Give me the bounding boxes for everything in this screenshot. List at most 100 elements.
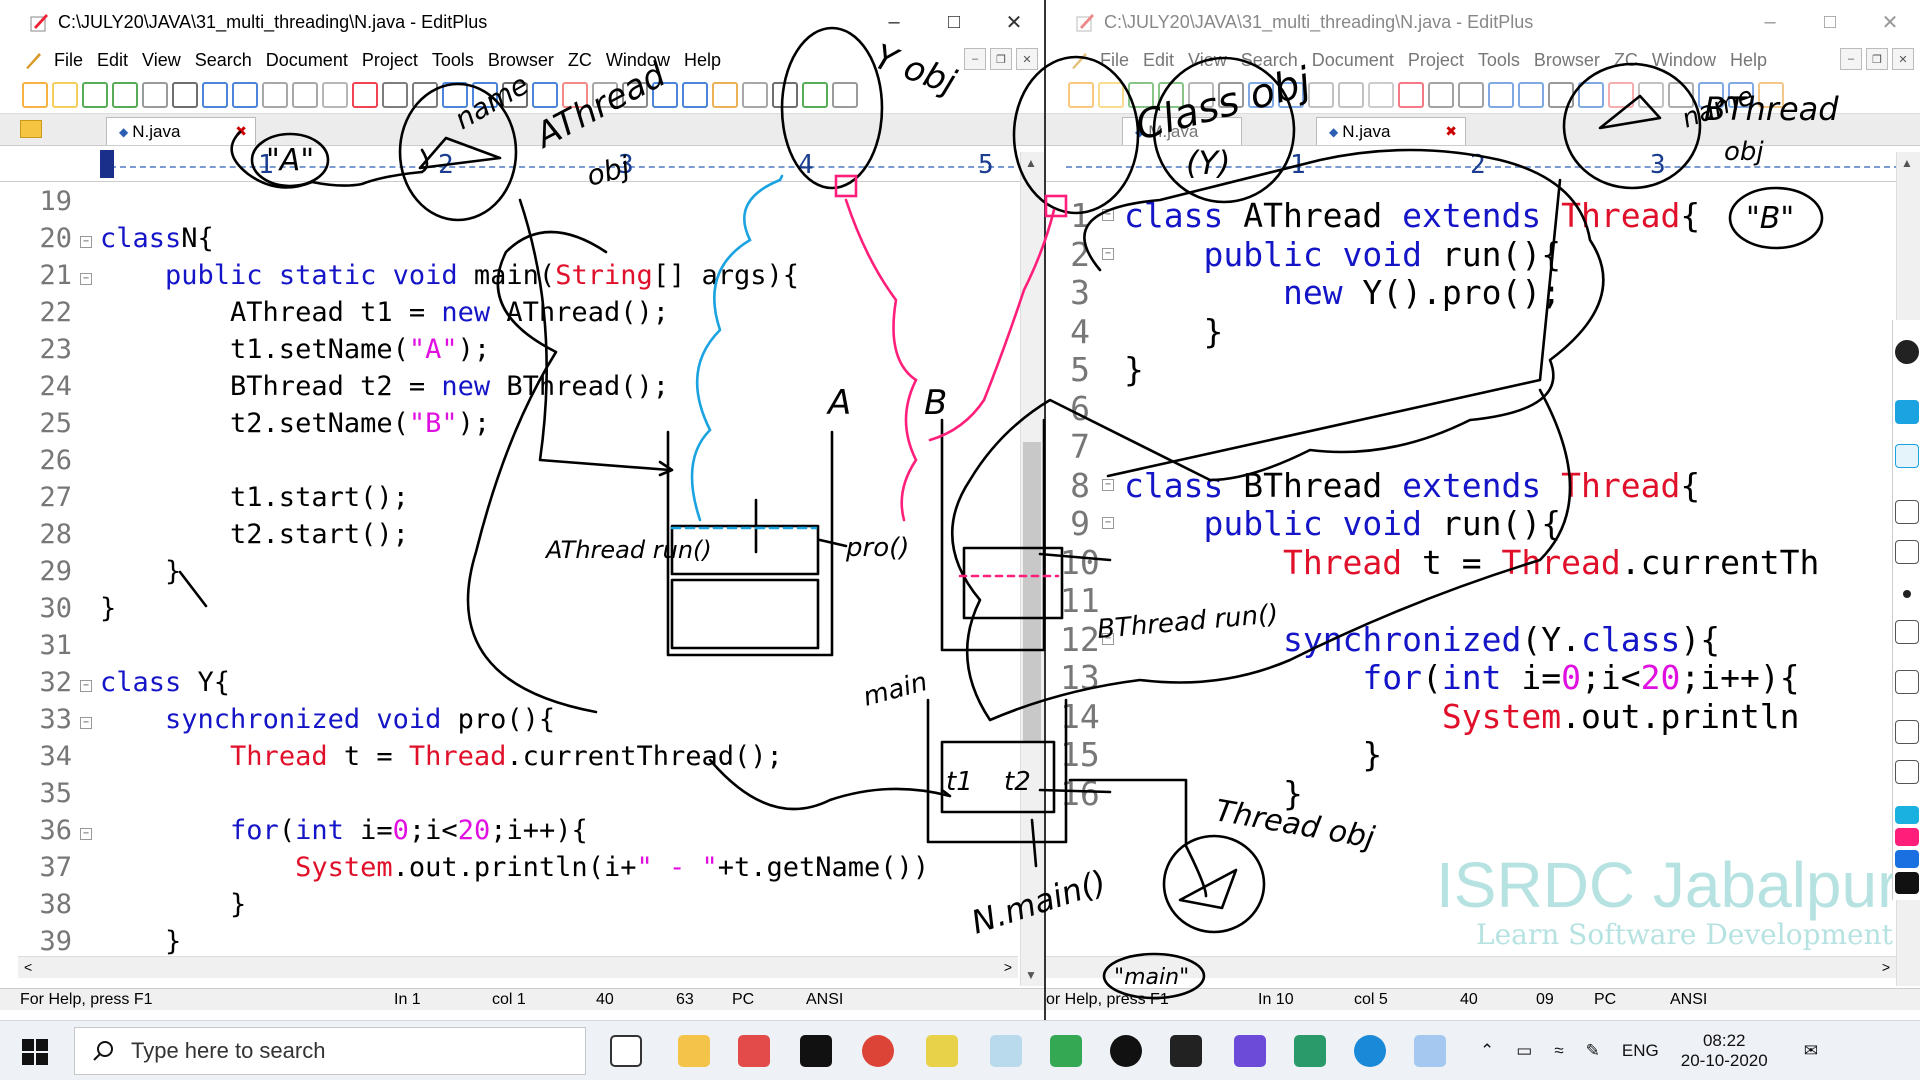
clock[interactable]: 08:22 20-10-2020 [1681, 1031, 1768, 1071]
tab-n-java[interactable]: ◆ N.java ✖ [106, 117, 256, 145]
toolbar-button[interactable] [1188, 81, 1214, 108]
taskbar-search[interactable]: Type here to search [74, 1027, 586, 1075]
toolbar-button[interactable] [742, 81, 768, 108]
scroll-left-icon[interactable]: < [24, 959, 32, 975]
edge-icon[interactable] [1354, 1035, 1386, 1067]
maximize-button[interactable]: □ [1800, 0, 1860, 44]
undo-icon[interactable] [1895, 620, 1919, 644]
fold-toggle-icon[interactable]: − [80, 828, 92, 840]
toolbar-button[interactable] [232, 81, 258, 108]
menu-view[interactable]: View [1188, 50, 1227, 71]
toolbar-button[interactable] [1338, 81, 1364, 108]
pen-app-icon[interactable] [1110, 1035, 1142, 1067]
task-view-icon[interactable] [610, 1035, 642, 1067]
toolbar-button[interactable] [1098, 81, 1124, 108]
toolbar-button[interactable] [352, 81, 378, 108]
toolbar-button[interactable] [832, 81, 858, 108]
toolbar-button[interactable] [472, 81, 498, 108]
fold-toggle-icon[interactable]: − [1102, 632, 1114, 645]
mdi-restore-button[interactable]: ❐ [990, 48, 1012, 70]
fold-toggle-icon[interactable]: − [80, 680, 92, 692]
toolbar-button[interactable] [172, 81, 198, 108]
toolbar-button[interactable] [502, 81, 528, 108]
toolbar-button[interactable] [1728, 81, 1754, 108]
toolbar-button[interactable] [292, 81, 318, 108]
toolbar-button[interactable] [1578, 81, 1604, 108]
mdi-minimize-button[interactable]: – [964, 48, 986, 70]
toolbar-button[interactable] [1458, 81, 1484, 108]
shield-app-icon[interactable] [1294, 1035, 1326, 1067]
code-editor[interactable]: 19 20− classN{21− public static void main(… [22, 186, 1018, 980]
toolbar-button[interactable] [1638, 81, 1664, 108]
highlighter-icon[interactable] [1895, 500, 1919, 524]
menu-help[interactable]: Help [684, 50, 721, 71]
menu-file[interactable]: File [54, 50, 83, 71]
toolbar-button[interactable] [1308, 81, 1334, 108]
toolbar-button[interactable] [1758, 81, 1784, 108]
scroll-up-icon[interactable]: ▲ [1025, 156, 1037, 170]
tab-n-java[interactable]: ◆ N.java ✖ [1316, 117, 1466, 145]
toolbar-button[interactable] [1068, 81, 1094, 108]
tab-close-icon[interactable]: ✖ [235, 123, 247, 140]
toolbar-button[interactable] [1278, 81, 1304, 108]
toolbar-button[interactable] [1698, 81, 1724, 108]
menu-edit[interactable]: Edit [97, 50, 128, 71]
battery-icon[interactable]: ▭ [1516, 1041, 1532, 1061]
toolbar-button[interactable] [1518, 81, 1544, 108]
toolbar-button[interactable] [1158, 81, 1184, 108]
toolbar-button[interactable] [412, 81, 438, 108]
chrome-icon[interactable] [862, 1035, 894, 1067]
toolbar-button[interactable] [1608, 81, 1634, 108]
pen-tray-icon[interactable]: ✎ [1586, 1041, 1600, 1061]
mdi-close-button[interactable]: ✕ [1892, 48, 1914, 70]
menu-search[interactable]: Search [1241, 50, 1298, 71]
toolbar-button[interactable] [682, 81, 708, 108]
camera-icon[interactable] [1895, 720, 1919, 744]
color-black-swatch[interactable] [1895, 872, 1919, 894]
toolbar-button[interactable] [1248, 81, 1274, 108]
maximize-button[interactable]: □ [924, 0, 984, 44]
toolbar-button[interactable] [202, 81, 228, 108]
mdi-minimize-button[interactable]: – [1840, 48, 1862, 70]
toolbar-button[interactable] [82, 81, 108, 108]
scroll-right-icon[interactable]: > [1882, 959, 1890, 975]
mysql-icon[interactable] [1170, 1035, 1202, 1067]
toolbar-button[interactable] [382, 81, 408, 108]
toolbar-button[interactable] [322, 81, 348, 108]
eraser-icon[interactable] [1895, 540, 1919, 564]
menu-help[interactable]: Help [1730, 50, 1767, 71]
menu-tools[interactable]: Tools [1478, 50, 1520, 71]
toolbar-button[interactable] [22, 81, 48, 108]
toolbar-button[interactable] [262, 81, 288, 108]
toolbar-button[interactable] [1548, 81, 1574, 108]
menu-browser[interactable]: Browser [1534, 50, 1600, 71]
mdi-restore-button[interactable]: ❐ [1866, 48, 1888, 70]
scroll-down-icon[interactable]: ▼ [1025, 968, 1037, 982]
horizontal-scrollbar[interactable]: > [1046, 956, 1896, 978]
menu-browser[interactable]: Browser [488, 50, 554, 71]
toolbar-button[interactable] [142, 81, 168, 108]
notifications-icon[interactable]: ✉ [1804, 1041, 1818, 1061]
eye-icon[interactable] [1895, 400, 1919, 424]
toolbar-button[interactable] [1668, 81, 1694, 108]
toolbar-button[interactable] [112, 81, 138, 108]
pen-icon[interactable] [1895, 340, 1919, 364]
google-drive-icon[interactable] [1050, 1035, 1082, 1067]
menu-zc[interactable]: ZC [1614, 50, 1638, 71]
fold-toggle-icon[interactable]: − [1102, 209, 1114, 221]
notes-icon[interactable] [1895, 760, 1919, 784]
wifi-icon[interactable]: ≈ [1554, 1041, 1563, 1061]
media-app-icon[interactable] [1234, 1035, 1266, 1067]
color-cyan-swatch[interactable] [1895, 806, 1919, 824]
minimize-button[interactable]: – [1740, 0, 1800, 44]
paint-icon[interactable] [1414, 1035, 1446, 1067]
tab-close-icon[interactable]: ✖ [1445, 123, 1457, 140]
menu-window[interactable]: Window [606, 50, 670, 71]
toolbar-button[interactable] [622, 81, 648, 108]
editplus-taskbar-icon[interactable] [738, 1035, 770, 1067]
fold-toggle-icon[interactable]: − [80, 273, 92, 285]
menu-tools[interactable]: Tools [432, 50, 474, 71]
file-explorer-icon[interactable] [678, 1035, 710, 1067]
dot-icon[interactable] [1903, 590, 1911, 598]
scroll-thumb[interactable] [1023, 442, 1041, 742]
